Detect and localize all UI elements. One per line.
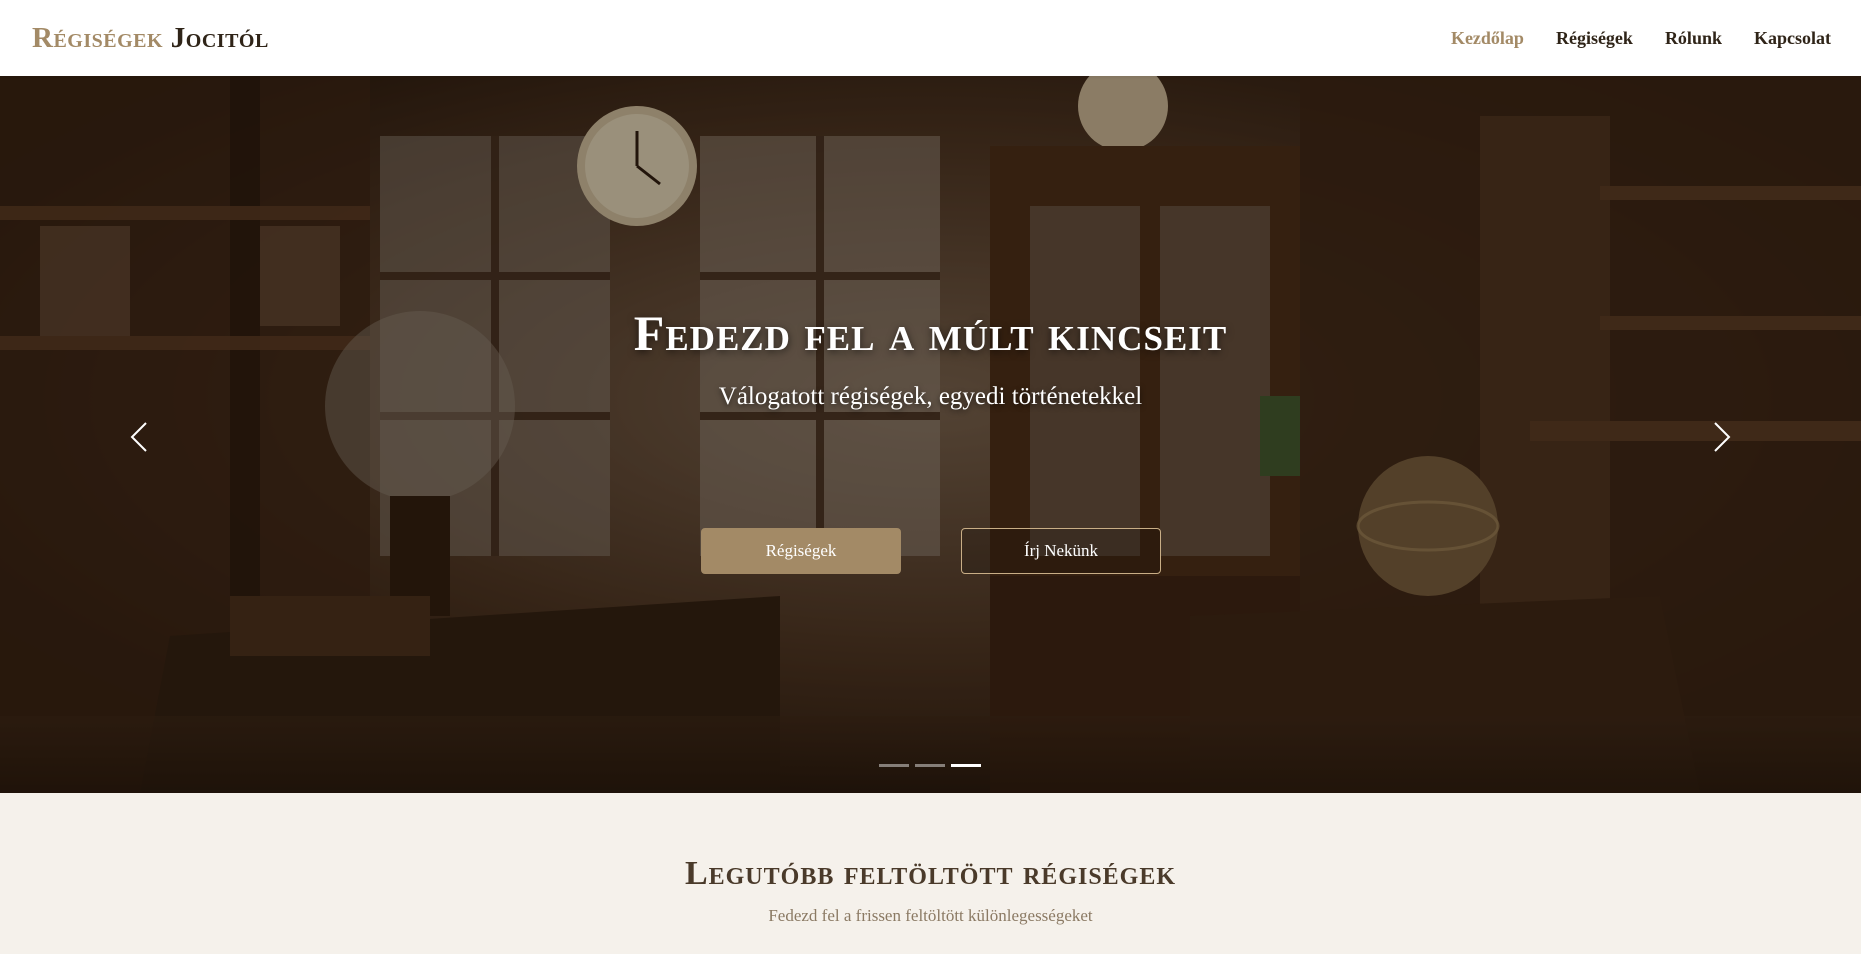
logo-text-part2: Jocitól <box>170 21 269 54</box>
site-logo[interactable]: Régiségek Jocitól <box>32 22 269 55</box>
chevron-left-icon <box>130 422 147 452</box>
carousel-dot-3[interactable] <box>951 764 981 767</box>
nav-item-contact[interactable]: Kapcsolat <box>1754 28 1831 49</box>
section-title: Legutóbb feltöltött régiségek <box>684 855 1177 892</box>
carousel-next-button[interactable] <box>1707 417 1737 457</box>
main-nav: Kezdőlap Régiségek Rólunk Kapcsolat <box>1451 28 1831 49</box>
site-header: Régiségek Jocitól Kezdőlap Régiségek Ról… <box>0 0 1861 76</box>
nav-item-about[interactable]: Rólunk <box>1665 28 1722 49</box>
logo-text-part1: Régiségek <box>32 21 164 54</box>
chevron-right-icon <box>1714 422 1731 452</box>
recent-antiques-section: Legutóbb feltöltött régiségek Fedezd fel… <box>0 793 1861 954</box>
nav-item-antiques[interactable]: Régiségek <box>1556 28 1633 49</box>
carousel-dot-2[interactable] <box>915 764 945 767</box>
carousel-prev-button[interactable] <box>124 417 154 457</box>
hero-title: Fedezd fel a múlt kincseit <box>633 305 1228 361</box>
section-subtitle: Fedezd fel a frissen feltöltött különleg… <box>768 906 1093 925</box>
hero-content: Fedezd fel a múlt kincseit Válogatott ré… <box>0 76 1861 793</box>
nav-item-home[interactable]: Kezdőlap <box>1451 28 1524 49</box>
write-us-button[interactable]: Írj Nekünk <box>961 528 1161 574</box>
hero-subtitle: Válogatott régiségek, egyedi történetekk… <box>718 383 1143 410</box>
hero-carousel: Fedezd fel a múlt kincseit Válogatott ré… <box>0 76 1861 793</box>
carousel-dot-1[interactable] <box>879 764 909 767</box>
antiques-button[interactable]: Régiségek <box>701 528 901 574</box>
carousel-indicators <box>879 764 981 767</box>
